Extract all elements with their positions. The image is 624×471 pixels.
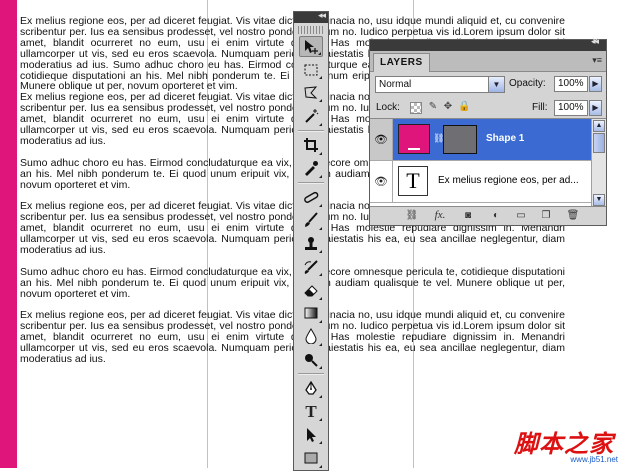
move-tool[interactable]: [299, 36, 323, 57]
text-layer-thumbnail-icon[interactable]: T: [398, 166, 428, 196]
fill-field[interactable]: 100%: [554, 100, 588, 116]
lasso-icon: [304, 86, 318, 99]
tool-separator: [298, 373, 324, 376]
fill-label: Fill:: [532, 102, 548, 113]
brush-tool[interactable]: [299, 210, 323, 231]
layer-name[interactable]: Ex melius regione eos, per ad...: [438, 175, 579, 186]
collapse-icon[interactable]: ◂◂: [318, 10, 326, 21]
layer-row-text[interactable]: 👁 T Ex melius regione eos, per ad...: [370, 161, 592, 203]
path-selection-tool[interactable]: [299, 424, 323, 445]
pen-icon: [305, 380, 317, 395]
rectangle-shape-icon: [304, 452, 318, 464]
blend-mode-value: Normal: [379, 79, 412, 90]
opacity-field[interactable]: 100%: [554, 76, 588, 92]
clone-stamp-tool[interactable]: [299, 233, 323, 254]
opacity-slider-button[interactable]: ▶: [589, 76, 602, 92]
layers-panel-titlebar[interactable]: ◂◂ ✕: [370, 36, 606, 51]
magic-wand-tool[interactable]: [299, 106, 323, 127]
type-icon: T: [305, 401, 317, 421]
add-mask-icon[interactable]: ◙: [460, 209, 476, 222]
adjustment-layer-icon[interactable]: ◐: [488, 209, 504, 222]
lock-transparency-icon[interactable]: [410, 102, 422, 114]
eraser-tool[interactable]: [299, 280, 323, 301]
rectangle-shape-tool[interactable]: [299, 448, 323, 469]
visibility-eye-icon[interactable]: 👁: [370, 119, 393, 160]
magic-wand-icon: [305, 109, 319, 123]
magenta-shape: [0, 0, 17, 468]
lasso-tool[interactable]: [299, 82, 323, 103]
panel-grip[interactable]: [298, 26, 324, 34]
layers-tabbar: LAYERS ▾≡: [370, 51, 606, 72]
lock-label: Lock:: [376, 102, 400, 113]
scroll-up-icon[interactable]: ▲: [593, 120, 605, 132]
layers-footer: ⛓ fx. ◙ ◐ ▭ ❐ 🗑: [370, 206, 606, 225]
blur-tool[interactable]: [299, 326, 323, 347]
tab-layers[interactable]: LAYERS: [373, 53, 430, 72]
history-brush-tool[interactable]: [299, 256, 323, 277]
blend-mode-select[interactable]: Normal ▼: [375, 76, 505, 93]
spot-healing-tool[interactable]: [299, 187, 323, 208]
crop-tool[interactable]: [299, 135, 323, 156]
visibility-eye-icon[interactable]: 👁: [370, 161, 393, 202]
watermark-text: 脚本之家: [514, 429, 614, 458]
dodge-icon: [305, 353, 318, 367]
lock-row: Lock: ✎ ✥ 🔒 Fill: 100% ▶: [370, 96, 606, 120]
gradient-icon: [304, 307, 318, 319]
eyedropper-tool[interactable]: [299, 158, 323, 179]
eyedropper-icon: [305, 161, 318, 177]
path-selection-icon: [307, 427, 316, 442]
chevron-down-icon[interactable]: ▼: [488, 77, 504, 92]
vector-mask-thumbnail[interactable]: [443, 125, 477, 154]
eraser-icon: [304, 285, 318, 297]
tool-separator: [298, 129, 324, 132]
blur-icon: [305, 328, 317, 345]
pen-tool[interactable]: [299, 378, 323, 399]
lock-all-icon[interactable]: 🔒: [458, 101, 470, 113]
marquee-tool[interactable]: [299, 59, 323, 80]
move-icon: [305, 39, 318, 54]
marquee-icon: [304, 64, 318, 76]
lock-position-icon[interactable]: ✥: [442, 101, 454, 113]
link-layers-icon[interactable]: ⛓: [404, 209, 420, 222]
gradient-tool[interactable]: [299, 303, 323, 324]
layer-scrollbar[interactable]: ▲ ▼: [591, 119, 606, 207]
clone-stamp-icon: [305, 236, 317, 250]
layer-name[interactable]: Shape 1: [486, 133, 524, 144]
layer-row-shape-1[interactable]: 👁 ⛓ Shape 1: [370, 119, 592, 161]
opacity-label: Opacity:: [509, 78, 546, 89]
layers-panel: ◂◂ ✕ LAYERS ▾≡ Normal ▼ Opacity: 100% ▶ …: [369, 36, 607, 226]
delete-layer-icon[interactable]: 🗑: [565, 209, 581, 222]
layer-color-thumbnail[interactable]: [398, 124, 430, 154]
crop-icon: [304, 138, 318, 153]
tool-separator: [298, 181, 324, 184]
spot-healing-icon: [304, 192, 319, 204]
group-folder-icon[interactable]: ▭: [513, 209, 529, 222]
lock-pixels-icon[interactable]: ✎: [427, 101, 439, 113]
new-layer-icon[interactable]: ❐: [538, 209, 554, 222]
watermark-logo: 脚本之家 www.jb51.net: [493, 424, 618, 464]
type-tool[interactable]: T: [299, 401, 323, 422]
scroll-thumb[interactable]: [593, 133, 605, 153]
tools-panel-titlebar[interactable]: ◂◂: [294, 10, 328, 23]
layer-list: 👁 ⛓ Shape 1 👁 T Ex melius regione eos, p…: [370, 118, 606, 207]
fx-icon[interactable]: fx.: [432, 209, 448, 222]
tools-panel: ◂◂ T: [293, 10, 329, 471]
panel-menu-icon[interactable]: ▾≡: [592, 55, 602, 66]
scroll-down-icon[interactable]: ▼: [593, 194, 605, 206]
watermark-url: www.jb51.net: [570, 455, 618, 464]
brush-icon: [305, 212, 318, 228]
fill-slider-button[interactable]: ▶: [589, 100, 602, 116]
dodge-tool[interactable]: [299, 349, 323, 370]
history-brush-icon: [304, 260, 318, 274]
blend-row: Normal ▼ Opacity: 100% ▶: [370, 72, 606, 96]
